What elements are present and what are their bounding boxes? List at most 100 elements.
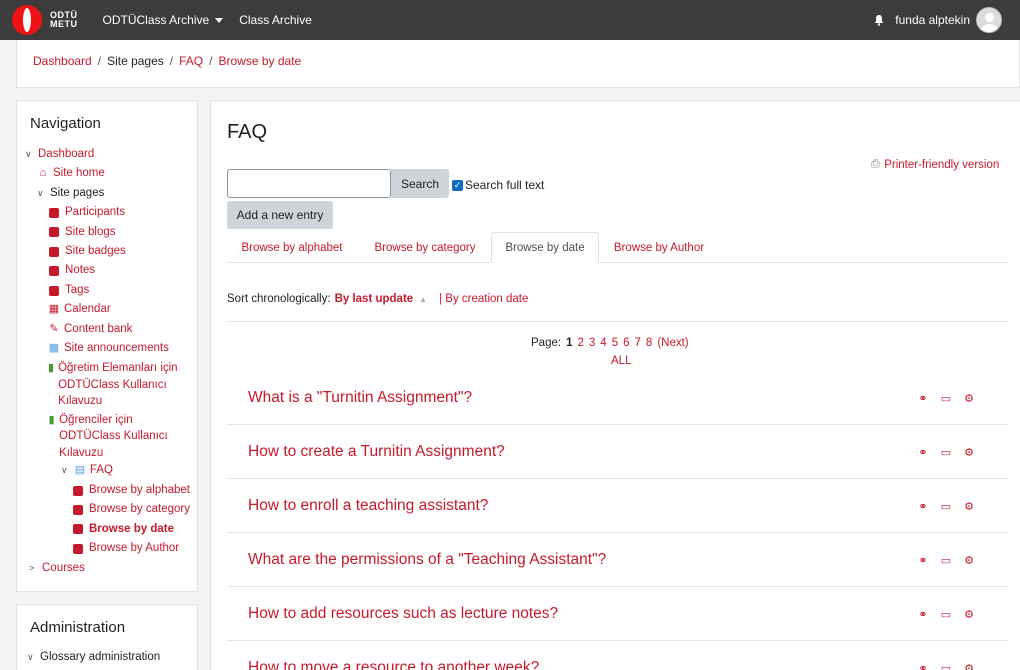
tab-browse-category[interactable]: Browse by category: [359, 232, 491, 263]
page-link[interactable]: 4: [600, 337, 606, 349]
nav-site-blogs[interactable]: Site blogs: [25, 223, 197, 242]
link-icon[interactable]: ⚭: [917, 446, 929, 459]
entry-title[interactable]: How to add resources such as lecture not…: [248, 605, 558, 623]
nav-notes[interactable]: Notes: [25, 261, 197, 280]
nav-browse-author[interactable]: Browse by Author: [25, 539, 197, 558]
page-link[interactable]: 7: [635, 337, 641, 349]
printer-friendly-link[interactable]: ⎙ Printer-friendly version: [871, 158, 999, 171]
chevron-down-icon: ∨: [37, 187, 44, 198]
glossary-icon: ▤: [74, 464, 86, 477]
breadcrumb: Dashboard / Site pages / FAQ / Browse by…: [33, 54, 302, 68]
pencil-icon: ✎: [49, 322, 59, 335]
pagination: Page: 1 2 3 4 5 6 7 8 (Next): [531, 337, 689, 349]
gear-icon[interactable]: ⚙: [963, 662, 975, 670]
chevron-down-icon: ∨: [61, 465, 68, 476]
gear-icon[interactable]: ⚙: [963, 554, 975, 567]
tab-browse-date[interactable]: Browse by date: [491, 232, 599, 263]
entry-title[interactable]: What is a "Turnitin Assignment"?: [248, 389, 472, 407]
nav-guide-staff[interactable]: ▮ Öğretim Elemanları için ODTÜClass Kulla…: [25, 358, 197, 410]
search-input[interactable]: [227, 169, 391, 198]
search-full-text-option[interactable]: ✓ Search full text: [452, 178, 544, 192]
book-icon: ▮: [48, 413, 55, 426]
chevron-right-icon: >: [29, 562, 35, 573]
link-icon[interactable]: ⚭: [917, 500, 929, 513]
home-icon: ⌂: [39, 167, 47, 180]
entry-title[interactable]: What are the permissions of a "Teaching …: [248, 551, 606, 569]
nav-calendar[interactable]: ▦ Calendar: [25, 300, 197, 319]
administration-block: Administration ∨ Glossary administration: [16, 604, 198, 670]
entry-title[interactable]: How to move a resource to another week?: [248, 659, 539, 670]
navigation-block: Navigation ∨ Dashboard ⌂ Site home ∨ Site p…: [16, 100, 198, 592]
checkbox-checked-icon[interactable]: ✓: [452, 179, 463, 191]
next-page-link[interactable]: (Next): [657, 337, 688, 349]
gear-icon[interactable]: ⚙: [963, 446, 975, 459]
trash-icon[interactable]: ▭: [940, 554, 952, 567]
breadcrumb-browse-by-date[interactable]: Browse by date: [218, 54, 301, 68]
nav-browse-date[interactable]: Browse by date: [25, 520, 197, 539]
breadcrumb-bar: Dashboard / Site pages / FAQ / Browse by…: [16, 40, 1020, 88]
nav-glossary-administration[interactable]: ∨ Glossary administration: [27, 651, 160, 663]
sort-last-update-link[interactable]: By last update: [335, 293, 414, 305]
browse-tabs: Browse by alphabet Browse by category Br…: [227, 232, 1009, 263]
participants-icon: [49, 207, 59, 218]
breadcrumb-site-pages: Site pages: [107, 54, 164, 68]
trash-icon[interactable]: ▭: [940, 392, 952, 405]
nav-browse-category[interactable]: Browse by category: [25, 500, 197, 519]
link-icon[interactable]: ⚭: [917, 608, 929, 621]
browse-icon: [73, 524, 83, 535]
breadcrumb-dashboard[interactable]: Dashboard: [33, 54, 92, 68]
navigation-title: Navigation: [30, 115, 101, 132]
nav-courses[interactable]: > Courses: [25, 559, 197, 578]
trash-icon[interactable]: ▭: [940, 500, 952, 513]
divider: [227, 321, 1009, 322]
link-icon[interactable]: ⚭: [917, 662, 929, 670]
trash-icon[interactable]: ▭: [940, 446, 952, 459]
page-link[interactable]: 6: [623, 337, 629, 349]
site-logo[interactable]: ODTÜ METU: [12, 5, 78, 35]
search-button[interactable]: Search: [391, 169, 449, 198]
nav-site-badges[interactable]: Site badges: [25, 242, 197, 261]
user-name[interactable]: funda alptekin: [895, 13, 970, 27]
gear-icon[interactable]: ⚙: [963, 500, 975, 513]
list-item: What are the permissions of a "Teaching …: [227, 533, 1009, 587]
avatar[interactable]: [976, 7, 1002, 33]
breadcrumb-faq[interactable]: FAQ: [179, 54, 203, 68]
link-icon[interactable]: ⚭: [917, 554, 929, 567]
nav-participants[interactable]: Participants: [25, 203, 197, 222]
sort-creation-date-link[interactable]: | By creation date: [439, 293, 528, 305]
trash-icon[interactable]: ▭: [940, 608, 952, 621]
nav-dashboard[interactable]: ∨ Dashboard: [25, 145, 197, 164]
bell-icon[interactable]: [873, 14, 885, 26]
nav-faq[interactable]: ∨ ▤ FAQ: [25, 461, 197, 480]
class-archive-link[interactable]: Class Archive: [239, 13, 312, 27]
badge-icon: [49, 246, 59, 257]
nav-guide-students[interactable]: ▮ Öğrenciler için ODTÜClass Kullanıcı Kıl…: [25, 410, 197, 462]
nav-site-announcements[interactable]: ▩ Site announcements: [25, 339, 197, 358]
tag-icon: [49, 285, 59, 296]
page-current: 1: [566, 337, 573, 349]
tab-browse-alphabet[interactable]: Browse by alphabet: [227, 232, 357, 263]
gear-icon[interactable]: ⚙: [963, 392, 975, 405]
link-icon[interactable]: ⚭: [917, 392, 929, 405]
blog-icon: [49, 227, 59, 238]
archive-menu[interactable]: ODTÜClass Archive: [103, 13, 224, 27]
page-link[interactable]: 3: [589, 337, 595, 349]
nav-site-home[interactable]: ⌂ Site home: [25, 164, 197, 183]
trash-icon[interactable]: ▭: [940, 662, 952, 670]
nav-tags[interactable]: Tags: [25, 281, 197, 300]
entry-title[interactable]: How to enroll a teaching assistant?: [248, 497, 488, 515]
nav-content-bank[interactable]: ✎ Content bank: [25, 320, 197, 339]
gear-icon[interactable]: ⚙: [963, 608, 975, 621]
add-entry-button[interactable]: Add a new entry: [227, 201, 333, 229]
list-item: How to move a resource to another week? …: [227, 641, 1009, 670]
page-link[interactable]: 8: [646, 337, 652, 349]
sort-options: Sort chronologically: By last update ▲ |…: [227, 293, 529, 305]
tab-browse-author[interactable]: Browse by Author: [599, 232, 719, 263]
top-navbar: ODTÜ METU ODTÜClass Archive Class Archiv…: [0, 0, 1020, 40]
entry-title[interactable]: How to create a Turnitin Assignment?: [248, 443, 505, 461]
page-link[interactable]: 5: [612, 337, 618, 349]
nav-site-pages[interactable]: ∨ Site pages: [25, 184, 197, 203]
all-pages-link[interactable]: ALL: [611, 355, 631, 367]
nav-browse-alphabet[interactable]: Browse by alphabet: [25, 481, 197, 500]
page-link[interactable]: 2: [577, 337, 583, 349]
